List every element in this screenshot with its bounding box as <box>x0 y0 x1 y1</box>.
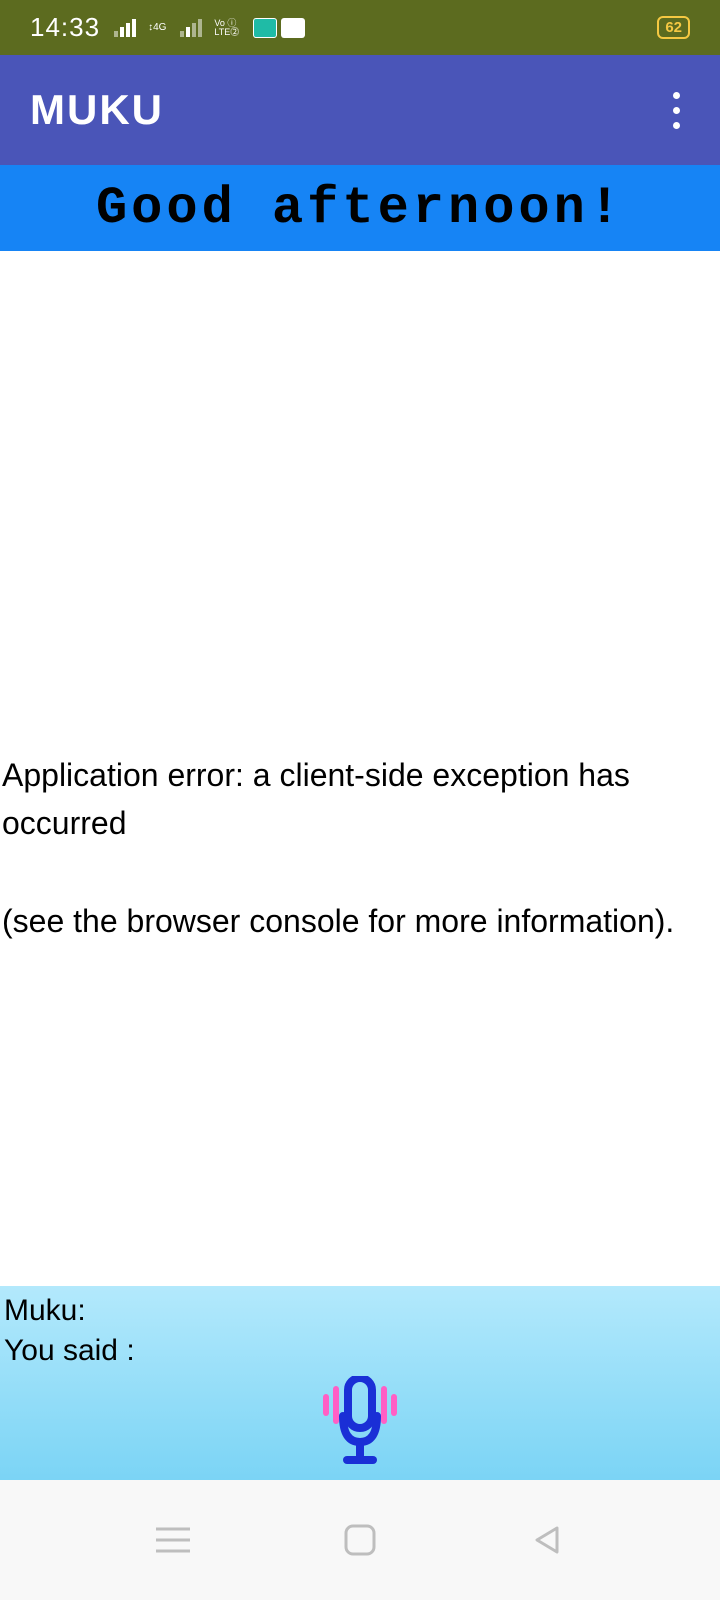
square-icon <box>344 1524 376 1556</box>
signal-icon-2 <box>180 19 202 37</box>
recent-apps-button[interactable] <box>143 1510 203 1570</box>
back-triangle-icon <box>531 1524 563 1556</box>
error-line-2: (see the browser console for more inform… <box>2 897 718 945</box>
you-said-label: You said : <box>4 1334 716 1368</box>
menu-icon <box>156 1526 190 1554</box>
volte-icon: Vo ⓘLTE⓶ <box>214 19 239 37</box>
status-bar: 14:33 ↕4G Vo ⓘLTE⓶ 62 <box>0 0 720 55</box>
tray-icon-2 <box>281 18 305 38</box>
status-time: 14:33 <box>30 12 100 43</box>
tray-icon-1 <box>253 18 277 38</box>
battery-icon: 62 <box>657 16 690 39</box>
status-left: 14:33 ↕4G Vo ⓘLTE⓶ <box>30 12 305 43</box>
muku-response-label: Muku: <box>4 1294 716 1328</box>
app-title: MUKU <box>30 86 164 134</box>
more-menu-button[interactable] <box>663 82 690 139</box>
navigation-bar <box>0 1480 720 1600</box>
network-4g-icon: ↕4G <box>148 23 166 33</box>
app-tray-icons <box>253 18 305 38</box>
greeting-text: Good afternoon! <box>96 179 624 238</box>
error-message: Application error: a client-side excepti… <box>0 751 720 945</box>
app-bar: MUKU <box>0 55 720 165</box>
battery-level: 62 <box>665 19 682 36</box>
back-button[interactable] <box>517 1510 577 1570</box>
microphone-button[interactable] <box>310 1376 410 1476</box>
microphone-icon <box>315 1376 405 1476</box>
home-button[interactable] <box>330 1510 390 1570</box>
error-line-1: Application error: a client-side excepti… <box>2 751 718 847</box>
voice-panel: Muku: You said : <box>0 1286 720 1480</box>
greeting-bar: Good afternoon! <box>0 165 720 251</box>
content-area: Application error: a client-side excepti… <box>0 251 720 1286</box>
signal-icon <box>114 19 136 37</box>
